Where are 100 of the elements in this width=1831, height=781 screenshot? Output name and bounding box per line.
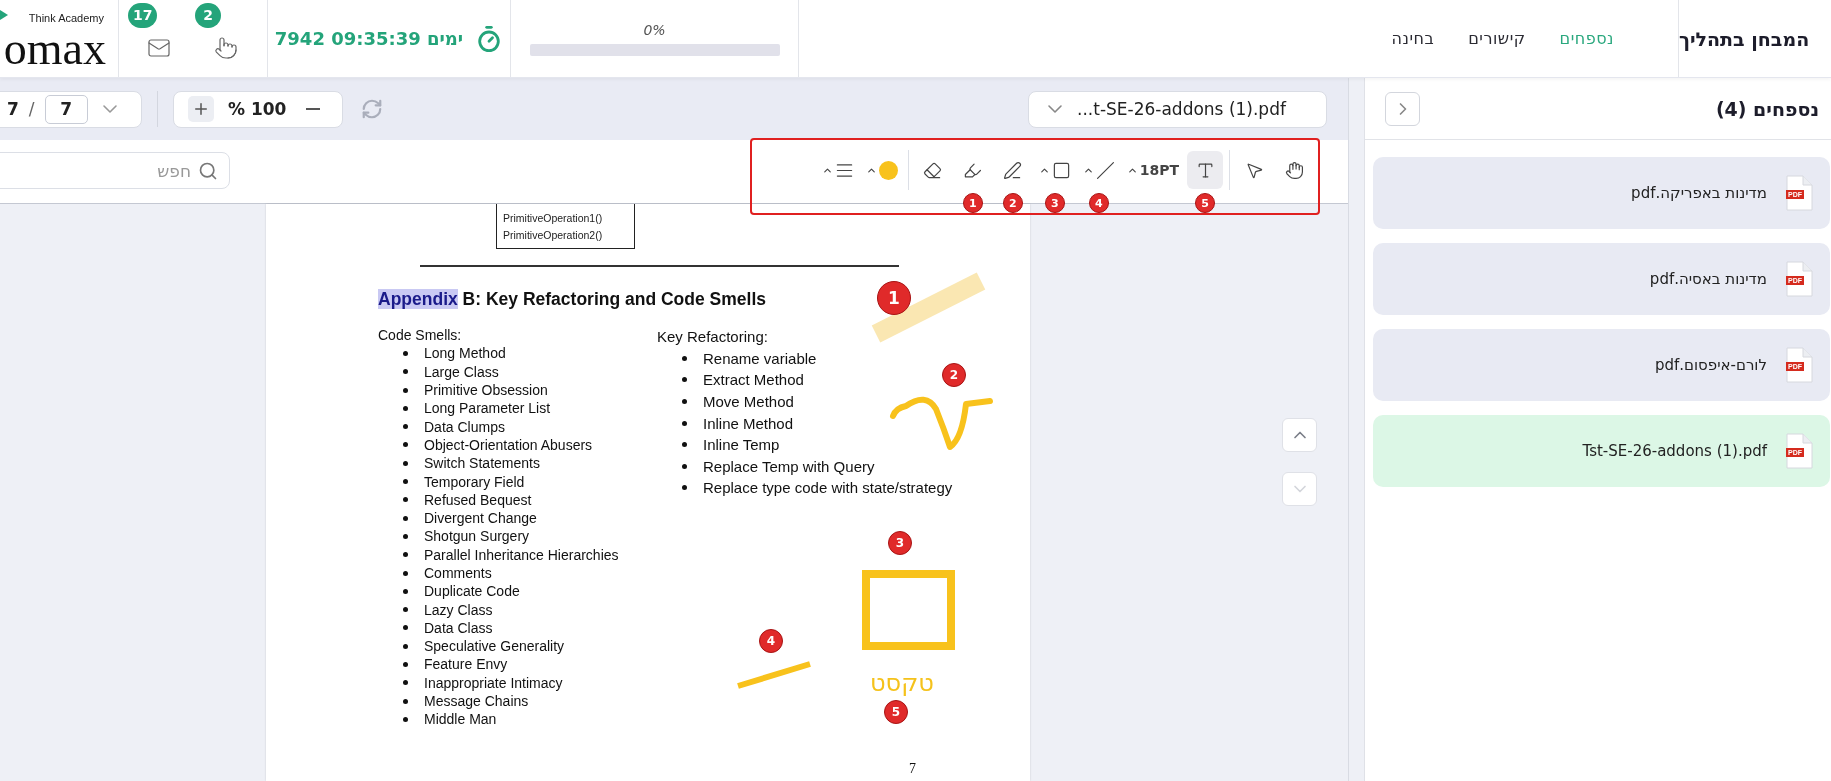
list-item: Extract Method [703, 371, 804, 389]
list-item: Speculative Generality [424, 638, 565, 655]
list-bullet [682, 420, 687, 426]
number-marker: 1 [962, 193, 983, 213]
operation-text: PrimitiveOperation2() [503, 228, 604, 243]
total-pages: 7 [7, 99, 19, 119]
list-item: Data Class [424, 619, 493, 636]
list-bullet [403, 680, 408, 686]
list-bullet [682, 442, 687, 448]
list-item: Parallel Inheritance Hierarchies [424, 546, 619, 563]
list-item: Middle Man [424, 711, 497, 728]
list-title: Key Refactoring: [657, 327, 769, 347]
list-item: Lazy Class [424, 601, 493, 618]
page-input[interactable]: 7 [44, 94, 88, 124]
number-marker: 4 [759, 629, 783, 653]
list-item: Long Method [424, 345, 506, 362]
list-item: Message Chains [424, 693, 529, 710]
number-marker: 1 [877, 281, 911, 315]
text-annotation: טקסט [870, 669, 934, 697]
list-bullet [403, 424, 408, 430]
nav-tab[interactable]: קישורים [1468, 29, 1526, 48]
list-bullet [403, 460, 408, 466]
number-marker: 2 [942, 363, 966, 387]
list-item: Replace Temp with Query [703, 457, 875, 475]
progress-reading: 0% [643, 21, 666, 38]
zoom-in-button[interactable] [188, 96, 214, 122]
list-bullet [403, 533, 408, 539]
font-size-button[interactable]: 18PT [1122, 151, 1183, 189]
list-bullet [403, 515, 408, 521]
list-item: Primitive Obsession [424, 382, 548, 399]
pointing-hand-icon[interactable] [214, 35, 238, 60]
plus-icon [192, 100, 210, 118]
minus-icon [306, 108, 321, 110]
list-bullet [403, 442, 408, 448]
list-bullet [403, 662, 408, 667]
panel-title: נספחים (4) [1715, 97, 1819, 120]
list-bullet [403, 716, 408, 722]
logo-tagline: Think Academy [28, 12, 104, 24]
list-bullet [403, 350, 408, 356]
pen-icon [1003, 160, 1023, 180]
list-item: Divergent Change [424, 510, 537, 527]
file-name: מדינות באפריקה.pdf [1631, 184, 1767, 202]
list-item: Switch Statements [424, 455, 540, 472]
list-bullet [682, 377, 687, 383]
file-name: לורם-איפסום.pdf [1654, 356, 1767, 374]
refresh-icon [361, 98, 383, 120]
number-marker: 5 [884, 700, 908, 724]
list-bullet [403, 698, 408, 704]
list-item: Inappropriate Intimacy [424, 674, 563, 691]
operation-text: PrimitiveOperation1() [503, 211, 604, 226]
list-bullet [403, 387, 408, 393]
list-bullet [682, 463, 687, 469]
line-icon [1095, 160, 1115, 180]
number-marker: 3 [888, 531, 912, 555]
list-bullet [403, 607, 408, 613]
count-badge: 2 [195, 2, 221, 28]
file-dropdown[interactable]: ...t-SE-26-addons (1).pdf [1028, 90, 1327, 128]
list-item: Rename variable [703, 349, 817, 367]
list-item: Object-Orientation Abusers [424, 436, 593, 453]
list-item: Duplicate Code [424, 583, 520, 600]
number-marker: 2 [1002, 193, 1023, 213]
search-field[interactable]: חפש [0, 152, 230, 189]
number-marker: 3 [1044, 193, 1065, 213]
list-bullet [403, 643, 408, 649]
page-title: המבחן בתהליך [1679, 27, 1810, 50]
eraser-icon [923, 160, 943, 180]
list-item: Temporary Field [424, 473, 525, 490]
search-icon [198, 161, 218, 181]
list-item: Feature Envy [424, 656, 508, 673]
zoom-level: % 100 [228, 99, 287, 119]
brand-mark-icon [0, 10, 8, 20]
list-item: Inline Method [703, 414, 794, 432]
file-name: מדינות באסיה.pdf [1649, 270, 1767, 288]
nav-tab[interactable]: בחינה [1391, 29, 1435, 48]
logo-wordmark: omax [3, 30, 106, 68]
number-marker: 4 [1088, 193, 1109, 213]
list-bullet [403, 588, 408, 594]
list-title: Code Smells: [378, 326, 463, 345]
list-bullet [403, 625, 408, 631]
list-item: Refused Bequest [424, 491, 532, 508]
list-bullet [403, 570, 408, 576]
list-bullet [682, 355, 687, 361]
list-item: Replace type code with state/strategy [703, 479, 953, 497]
count-badge: 17 [128, 2, 158, 28]
list-item: Long Parameter List [424, 400, 551, 417]
list-item: Inline Temp [703, 436, 780, 454]
hand-icon [1284, 160, 1304, 180]
square-icon [1051, 160, 1071, 180]
countdown-timer: 7942 09:35:39 ימים [274, 28, 464, 49]
list-bullet [682, 485, 687, 491]
list-item: Move Method [703, 393, 794, 411]
list-item: Large Class [424, 363, 499, 380]
file-name: Tst-SE-26-addons (1).pdf [1582, 442, 1767, 460]
list-item: Data Clumps [424, 418, 505, 435]
list-bullet [403, 552, 408, 558]
list-item: Shotgun Surgery [424, 528, 530, 545]
page-separator: / [28, 99, 35, 119]
list-bullet [682, 399, 687, 405]
number-marker: 5 [1195, 193, 1215, 213]
list-bullet [403, 405, 408, 411]
